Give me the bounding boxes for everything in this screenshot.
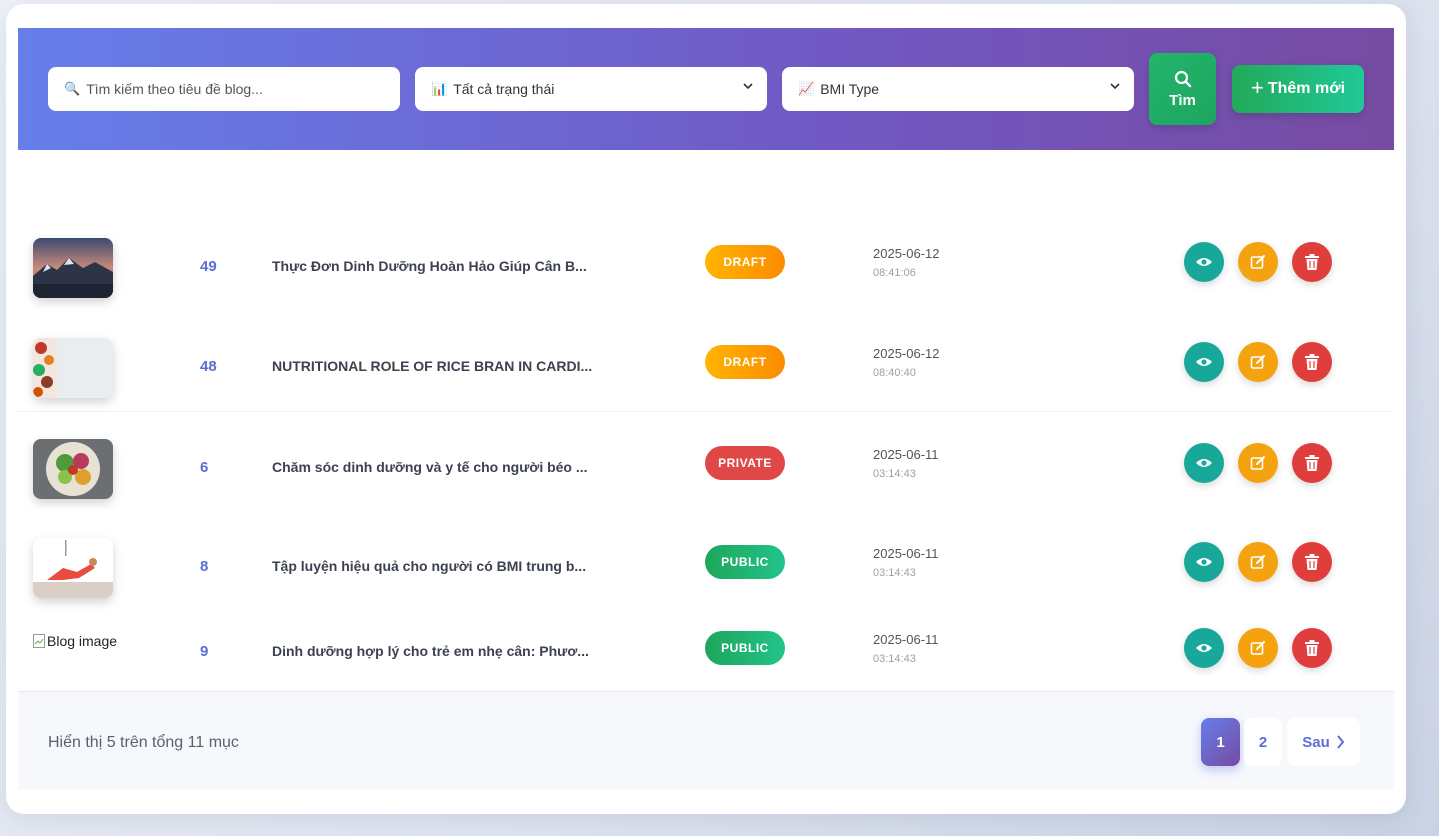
edit-button[interactable] bbox=[1238, 342, 1278, 382]
delete-button[interactable] bbox=[1292, 628, 1332, 668]
trash-icon bbox=[1305, 455, 1319, 471]
view-button[interactable] bbox=[1184, 542, 1224, 582]
next-page-button[interactable]: Sau bbox=[1287, 718, 1360, 766]
blog-id: 9 bbox=[200, 643, 209, 660]
eye-icon bbox=[1196, 358, 1212, 366]
image-alt-text: Blog image bbox=[47, 633, 118, 649]
blog-thumbnail[interactable] bbox=[33, 439, 113, 499]
created-date: 2025-06-11 bbox=[873, 546, 939, 561]
blog-title: Tập luyện hiệu quả cho người có BMI trun… bbox=[272, 558, 587, 574]
blog-title: NUTRITIONAL ROLE OF RICE BRAN IN CARDI..… bbox=[272, 358, 592, 374]
delete-button[interactable] bbox=[1292, 242, 1332, 282]
created-time: 03:14:43 bbox=[873, 653, 916, 665]
created-time: 08:40:40 bbox=[873, 367, 916, 379]
blog-title: Dinh dưỡng hợp lý cho trẻ em nhẹ cân: Ph… bbox=[272, 643, 589, 659]
eye-icon bbox=[1196, 558, 1212, 566]
search-button[interactable]: Tìm bbox=[1149, 53, 1216, 125]
chevron-right-icon bbox=[1336, 735, 1345, 749]
view-button[interactable] bbox=[1184, 342, 1224, 382]
filter-bar: 🔍 Tìm kiếm theo tiêu đề blog... 📊 Tất cả… bbox=[18, 28, 1394, 150]
edit-button[interactable] bbox=[1238, 628, 1278, 668]
edit-icon bbox=[1250, 555, 1265, 569]
bmi-type-select[interactable]: 📈 BMI Type bbox=[782, 67, 1134, 111]
page-button-1[interactable]: 1 bbox=[1201, 718, 1240, 766]
trend-chart-icon: 📈 bbox=[798, 81, 815, 96]
bmi-select-value: BMI Type bbox=[820, 81, 880, 97]
edit-icon bbox=[1250, 641, 1265, 655]
blog-title: Thực Đơn Dinh Dưỡng Hoàn Hảo Giúp Cân B.… bbox=[272, 258, 587, 274]
pagination-footer: Hiển thị 5 trên tổng 11 mục 1 2 Sau bbox=[18, 691, 1394, 790]
created-date: 2025-06-12 bbox=[873, 346, 940, 361]
blog-title: Chăm sóc dinh dưỡng và y tế cho người bé… bbox=[272, 459, 588, 475]
trash-icon bbox=[1305, 554, 1319, 570]
add-new-button[interactable]: + Thêm mới bbox=[1232, 65, 1364, 113]
edit-button[interactable] bbox=[1238, 542, 1278, 582]
blog-thumbnail[interactable] bbox=[33, 538, 113, 598]
blog-id: 8 bbox=[200, 558, 209, 575]
page-button-2[interactable]: 2 bbox=[1244, 718, 1282, 766]
edit-icon bbox=[1250, 456, 1265, 470]
status-badge: DRAFT bbox=[705, 245, 785, 279]
created-time: 03:14:43 bbox=[873, 567, 916, 579]
created-time: 03:14:43 bbox=[873, 468, 916, 480]
blog-thumbnail-broken[interactable]: Blog image bbox=[33, 633, 117, 649]
edit-button[interactable] bbox=[1238, 443, 1278, 483]
workout-image bbox=[33, 538, 113, 598]
status-badge: PUBLIC bbox=[705, 631, 785, 665]
delete-button[interactable] bbox=[1292, 443, 1332, 483]
trash-icon bbox=[1305, 354, 1319, 370]
results-summary: Hiển thị 5 trên tổng 11 mục bbox=[48, 734, 239, 751]
add-button-label: Thêm mới bbox=[1267, 80, 1346, 97]
mountain-image bbox=[33, 238, 113, 298]
eye-icon bbox=[1196, 258, 1212, 266]
view-button[interactable] bbox=[1184, 443, 1224, 483]
blog-id: 48 bbox=[200, 358, 217, 375]
view-button[interactable] bbox=[1184, 628, 1224, 668]
view-button[interactable] bbox=[1184, 242, 1224, 282]
search-button-label: Tìm bbox=[1169, 91, 1196, 109]
trash-icon bbox=[1305, 254, 1319, 270]
next-label: Sau bbox=[1302, 733, 1330, 751]
salad-image bbox=[33, 439, 113, 499]
table-row: 48 NUTRITIONAL ROLE OF RICE BRAN IN CARD… bbox=[18, 311, 1390, 411]
search-icon: 🔍 bbox=[64, 81, 81, 96]
blog-management-card: 🔍 Tìm kiếm theo tiêu đề blog... 📊 Tất cả… bbox=[6, 4, 1406, 814]
blog-thumbnail[interactable] bbox=[33, 338, 113, 398]
created-date: 2025-06-11 bbox=[873, 447, 939, 462]
table-row: Blog image 9 Dinh dưỡng hợp lý cho trẻ e… bbox=[18, 601, 1390, 691]
status-select[interactable]: 📊 Tất cả trạng thái bbox=[415, 67, 767, 111]
table-row: 6 Chăm sóc dinh dưỡng và y tế cho người … bbox=[18, 411, 1390, 511]
delete-button[interactable] bbox=[1292, 542, 1332, 582]
bar-chart-icon: 📊 bbox=[431, 81, 448, 96]
delete-button[interactable] bbox=[1292, 342, 1332, 382]
blog-id: 49 bbox=[200, 258, 217, 275]
search-icon bbox=[1174, 70, 1191, 87]
chevron-down-icon bbox=[1110, 83, 1120, 90]
table-row: 49 Thực Đơn Dinh Dưỡng Hoàn Hảo Giúp Cân… bbox=[18, 211, 1390, 311]
table-row: 8 Tập luyện hiệu quả cho người có BMI tr… bbox=[18, 511, 1390, 611]
created-date: 2025-06-12 bbox=[873, 246, 940, 261]
edit-icon bbox=[1250, 355, 1265, 369]
trash-icon bbox=[1305, 640, 1319, 656]
search-input[interactable]: 🔍 Tìm kiếm theo tiêu đề blog... bbox=[48, 67, 400, 111]
blog-thumbnail[interactable] bbox=[33, 238, 113, 298]
status-badge: PUBLIC bbox=[705, 545, 785, 579]
food-image bbox=[33, 338, 113, 398]
eye-icon bbox=[1196, 644, 1212, 652]
plus-icon: + bbox=[1250, 75, 1264, 100]
broken-image-icon bbox=[33, 634, 45, 648]
status-badge: DRAFT bbox=[705, 345, 785, 379]
edit-icon bbox=[1250, 255, 1265, 269]
created-time: 08:41:06 bbox=[873, 267, 916, 279]
edit-button[interactable] bbox=[1238, 242, 1278, 282]
status-badge: PRIVATE bbox=[705, 446, 785, 480]
status-select-value: Tất cả trạng thái bbox=[453, 81, 555, 97]
blog-id: 6 bbox=[200, 459, 209, 476]
eye-icon bbox=[1196, 459, 1212, 467]
search-placeholder: Tìm kiếm theo tiêu đề blog... bbox=[86, 81, 263, 97]
created-date: 2025-06-11 bbox=[873, 632, 939, 647]
chevron-down-icon bbox=[743, 83, 753, 90]
